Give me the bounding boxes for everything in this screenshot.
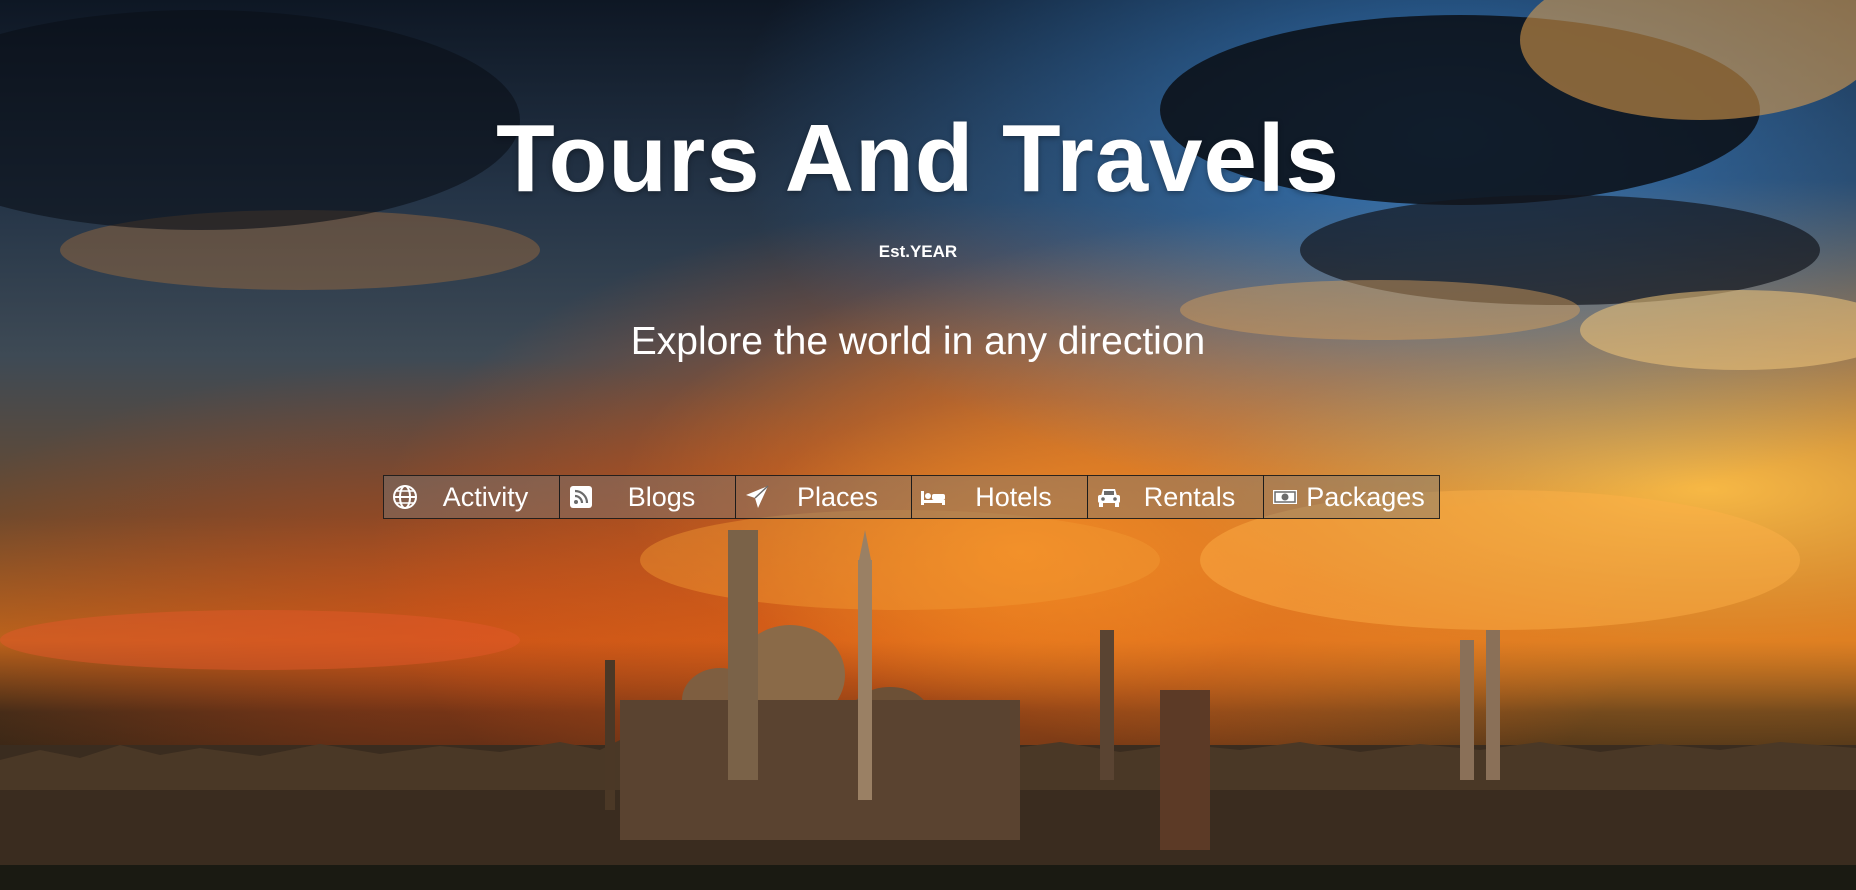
nav-item-rentals[interactable]: Rentals <box>1087 475 1264 519</box>
nav-item-packages[interactable]: Packages <box>1263 475 1440 519</box>
tagline: Explore the world in any direction <box>630 320 1206 363</box>
nav-label-places: Places <box>796 481 879 512</box>
nav-item-activity[interactable]: Activity <box>383 475 560 519</box>
bed-icon <box>918 482 948 512</box>
paper-plane-icon <box>742 482 772 512</box>
established-year: Est.YEAR <box>878 242 958 261</box>
rss-icon <box>566 482 596 512</box>
nav-label-hotels: Hotels <box>975 481 1052 512</box>
category-nav: Activity Blogs Places Hotels Rentals Pac… <box>383 475 1440 519</box>
hero-section: Tours And Travels Est.YEAR Explore the w… <box>0 0 1856 890</box>
nav-item-places[interactable]: Places <box>735 475 912 519</box>
nav-label-packages: Packages <box>1306 481 1425 512</box>
nav-item-blogs[interactable]: Blogs <box>559 475 736 519</box>
site-title: Tours And Travels <box>496 105 1340 212</box>
city-skyline-image <box>0 530 1856 890</box>
globe-icon <box>390 482 420 512</box>
nav-label-rentals: Rentals <box>1143 481 1236 512</box>
nav-label-activity: Activity <box>442 481 529 512</box>
nav-item-hotels[interactable]: Hotels <box>911 475 1088 519</box>
money-icon <box>1270 482 1300 512</box>
car-icon <box>1094 482 1124 512</box>
nav-label-blogs: Blogs <box>627 481 696 512</box>
